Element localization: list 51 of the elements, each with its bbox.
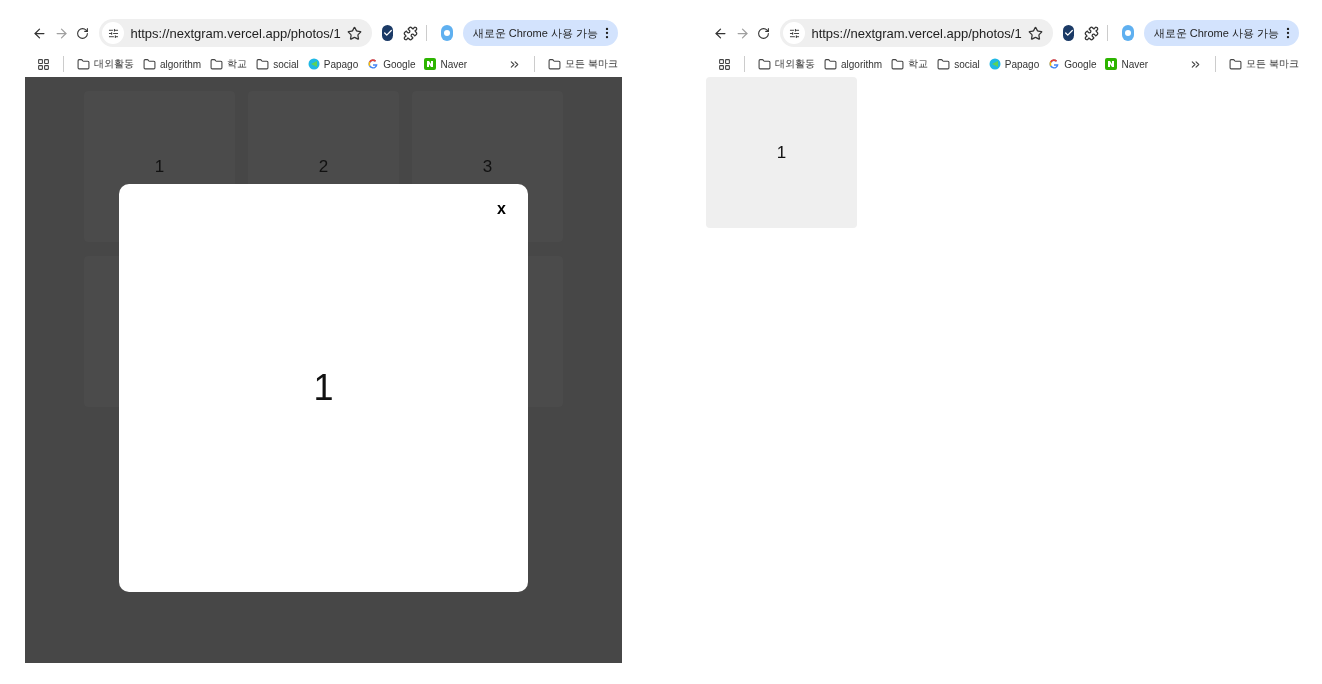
url-text: https://nextgram.vercel.app/photos/1 — [130, 25, 341, 41]
bookmark-link[interactable]: social — [256, 57, 299, 71]
folder-icon — [937, 57, 951, 71]
photo-tile[interactable]: 1 — [706, 77, 857, 228]
url-text: https://nextgram.vercel.app/photos/1 — [811, 25, 1022, 41]
update-chrome-button[interactable]: 새로운 Chrome 사용 가능 — [1143, 20, 1299, 46]
address-bar[interactable]: https://nextgram.vercel.app/photos/1 — [99, 19, 372, 47]
update-chrome-button[interactable]: 새로운 Chrome 사용 가능 — [462, 20, 618, 46]
bookmark-link[interactable]: Google — [367, 58, 416, 70]
bookmark-link[interactable]: Naver — [424, 58, 468, 70]
photo-number: 1 — [313, 367, 334, 409]
site-settings-icon[interactable] — [102, 22, 125, 44]
folder-icon — [77, 57, 90, 71]
close-button[interactable]: x — [495, 200, 508, 218]
puzzle-icon — [403, 25, 419, 41]
reload-icon — [757, 26, 771, 40]
folder-icon — [143, 57, 156, 71]
papago-logo-icon — [307, 58, 320, 70]
bookmark-link[interactable]: algorithm — [143, 57, 202, 71]
folder-icon — [1229, 57, 1243, 71]
star-icon — [346, 25, 362, 41]
google-logo-icon — [367, 58, 380, 70]
naver-logo-icon — [1105, 58, 1118, 70]
bookmark-link[interactable]: Naver — [1105, 58, 1149, 70]
bookmark-link[interactable]: 대외활동 — [758, 57, 815, 71]
folder-icon — [256, 57, 270, 71]
address-bar[interactable]: https://nextgram.vercel.app/photos/1 — [780, 19, 1053, 47]
folder-icon — [824, 57, 837, 71]
puzzle-icon — [1084, 25, 1100, 41]
papago-logo-icon — [988, 58, 1001, 70]
folder-icon — [891, 57, 905, 71]
all-bookmarks-link[interactable]: 모든 북마크 — [548, 57, 618, 71]
reload-icon — [76, 26, 90, 40]
star-icon — [1027, 25, 1043, 41]
bookmark-link[interactable]: algorithm — [824, 57, 883, 71]
folder-icon — [210, 57, 224, 71]
google-logo-icon — [1048, 58, 1061, 70]
bookmark-link[interactable]: 학교 — [891, 57, 929, 71]
folder-icon — [758, 57, 771, 71]
bookmark-link[interactable]: 대외활동 — [77, 57, 134, 71]
all-bookmarks-link[interactable]: 모든 북마크 — [1229, 57, 1299, 71]
bookmark-link[interactable]: Papago — [988, 58, 1040, 70]
naver-logo-icon — [424, 58, 437, 70]
folder-icon — [548, 57, 562, 71]
bookmark-link[interactable]: 학교 — [210, 57, 248, 71]
bookmark-link[interactable]: social — [937, 57, 980, 71]
bookmark-link[interactable]: Google — [1048, 58, 1097, 70]
bookmark-link[interactable]: Papago — [307, 58, 359, 70]
apps-grid-icon — [37, 57, 50, 71]
site-settings-icon[interactable] — [783, 22, 806, 44]
apps-grid-icon — [718, 57, 731, 71]
